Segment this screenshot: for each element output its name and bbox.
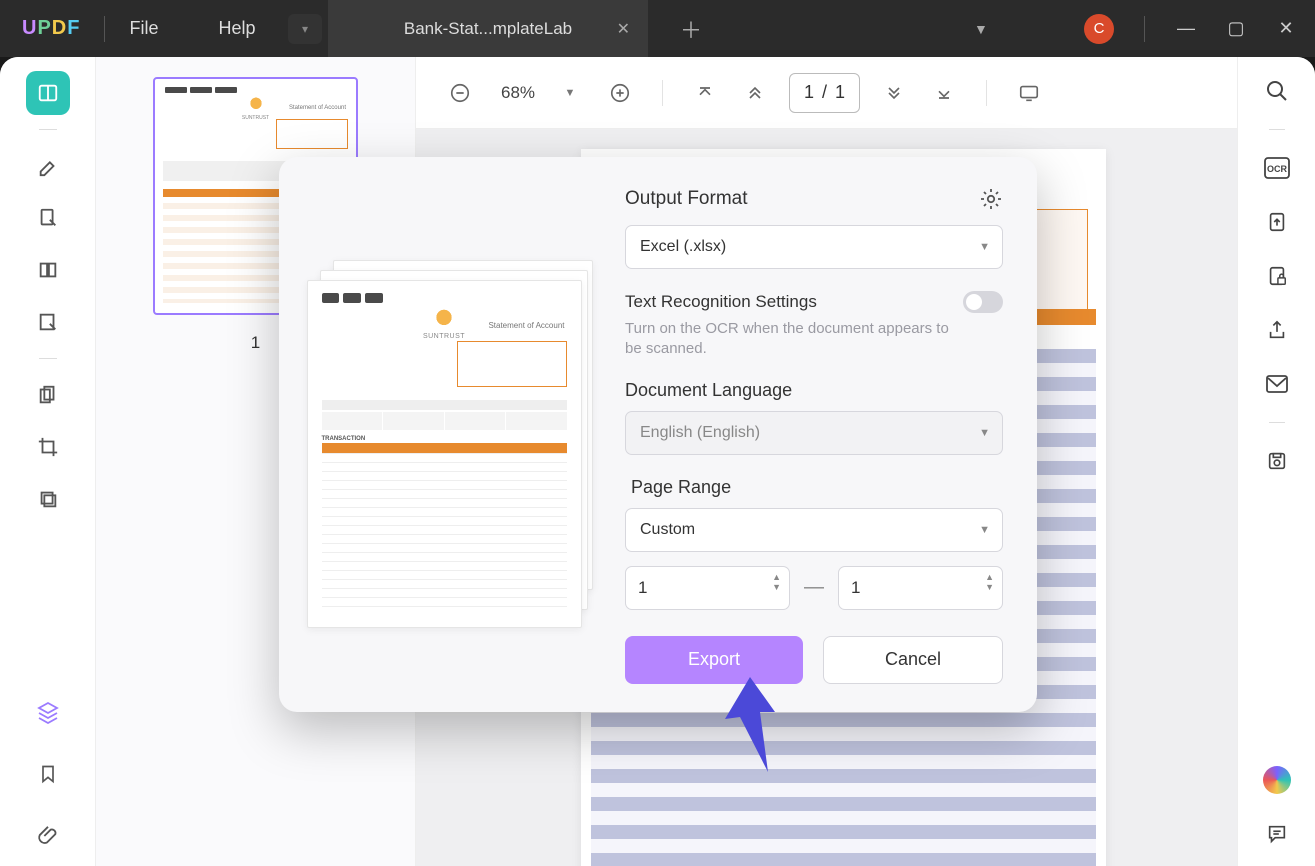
tabs-dropdown-icon[interactable]: ▼: [974, 21, 988, 37]
suntrust-logo-icon: [429, 309, 459, 333]
minimize-button[interactable]: —: [1175, 18, 1197, 39]
doclang-value: English (English): [640, 424, 760, 442]
ocr-toggle[interactable]: [963, 291, 1003, 313]
gear-icon: [979, 187, 1003, 211]
range-from-value: 1: [638, 578, 647, 598]
modal-form: Output Format Excel (.xlsx) ▼ Text Recog…: [619, 157, 1037, 712]
tab-pin-icon[interactable]: ▾: [288, 14, 322, 44]
menu-help[interactable]: Help: [218, 18, 255, 39]
range-to-value: 1: [851, 578, 860, 598]
output-format-label: Output Format: [625, 188, 748, 210]
new-tab-button[interactable]: ＋: [680, 13, 702, 45]
document-tab[interactable]: ▾ Bank-Stat...mplateLab ✕: [328, 0, 648, 57]
range-from-input[interactable]: 1 ▲▼: [625, 566, 790, 610]
pagerange-select[interactable]: Custom ▼: [625, 508, 1003, 552]
chevron-down-icon: ▼: [979, 524, 990, 536]
doclang-label: Document Language: [625, 380, 1003, 401]
close-window-button[interactable]: ✕: [1275, 18, 1297, 39]
step-up-icon[interactable]: ▲: [772, 573, 781, 582]
cancel-button[interactable]: Cancel: [823, 636, 1003, 684]
step-down-icon[interactable]: ▼: [985, 583, 994, 592]
separator: [1144, 16, 1145, 42]
tab-title: Bank-Stat...mplateLab: [404, 19, 572, 39]
app-logo: UPDF: [22, 17, 80, 40]
close-tab-icon[interactable]: ✕: [617, 19, 630, 39]
preview-title: Statement of Account: [488, 321, 564, 330]
doclang-select[interactable]: English (English) ▼: [625, 411, 1003, 455]
chevron-down-icon: ▼: [979, 427, 990, 439]
maximize-button[interactable]: ▢: [1225, 18, 1247, 39]
ocr-description: Turn on the OCR when the document appear…: [625, 319, 965, 360]
user-avatar[interactable]: C: [1084, 14, 1114, 44]
separator: [104, 16, 105, 42]
chevron-down-icon: ▼: [979, 241, 990, 253]
export-button[interactable]: Export: [625, 636, 803, 684]
ocr-label: Text Recognition Settings: [625, 292, 817, 312]
step-up-icon[interactable]: ▲: [985, 573, 994, 582]
modal-preview: SUNTRUST Statement of Account TRANSACTIO…: [279, 157, 619, 712]
range-to-input[interactable]: 1 ▲▼: [838, 566, 1003, 610]
app-body: SUNTRUST Statement of Account 1 68% ▼ 1 …: [0, 57, 1315, 866]
settings-button[interactable]: [979, 187, 1003, 211]
modal-backdrop: SUNTRUST Statement of Account TRANSACTIO…: [0, 57, 1315, 866]
range-dash: —: [804, 576, 824, 599]
export-modal: SUNTRUST Statement of Account TRANSACTIO…: [279, 157, 1037, 712]
pagerange-value: Custom: [640, 521, 695, 539]
preview-page: SUNTRUST Statement of Account TRANSACTIO…: [307, 280, 582, 628]
output-format-select[interactable]: Excel (.xlsx) ▼: [625, 225, 1003, 269]
window-controls: C — ▢ ✕: [1084, 14, 1297, 44]
preview-brand: SUNTRUST: [322, 333, 567, 340]
output-format-value: Excel (.xlsx): [640, 238, 726, 256]
step-down-icon[interactable]: ▼: [772, 583, 781, 592]
titlebar: UPDF File Help ▾ Bank-Stat...mplateLab ✕…: [0, 0, 1315, 57]
pagerange-label: Page Range: [631, 477, 1003, 498]
menu-file[interactable]: File: [129, 18, 158, 39]
